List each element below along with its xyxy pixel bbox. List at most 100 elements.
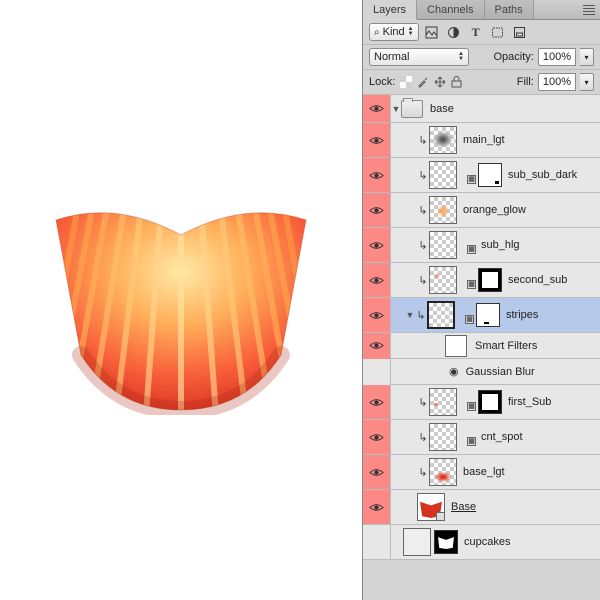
blend-mode-select[interactable]: Normal ▲▼: [369, 48, 469, 66]
visibility-toggle[interactable]: [363, 298, 391, 332]
layer-thumb: [429, 423, 457, 451]
smart-filters-label: Smart Filters: [472, 340, 537, 352]
layer-thumb: [429, 458, 457, 486]
layer-name[interactable]: base: [427, 103, 454, 115]
fill-label: Fill:: [517, 76, 534, 88]
clip-icon: ↳: [417, 169, 429, 182]
clip-icon: ↳: [417, 204, 429, 217]
layer-mask-thumb[interactable]: [434, 530, 458, 554]
layer-first-sub[interactable]: ↳ ▦ first_Sub: [363, 385, 600, 420]
layer-thumb: [429, 196, 457, 224]
visibility-toggle[interactable]: [363, 95, 391, 122]
layer-name[interactable]: main_lgt: [460, 134, 505, 146]
layer-thumb: [427, 301, 455, 329]
layer-mask-thumb[interactable]: [478, 163, 502, 187]
layer-name[interactable]: base_lgt: [460, 466, 505, 478]
visibility-toggle[interactable]: [363, 455, 391, 489]
layer-cnt-spot[interactable]: ↳ ▦ cnt_spot: [363, 420, 600, 455]
layer-second-sub[interactable]: ↳ ▦ second_sub: [363, 263, 600, 298]
layer-thumb: [429, 266, 457, 294]
layer-sub-sub-dark[interactable]: ↳ ▦ sub_sub_dark: [363, 158, 600, 193]
opacity-input[interactable]: 100%: [538, 48, 576, 66]
visibility-toggle[interactable]: [363, 420, 391, 454]
layer-stripes[interactable]: ▼ ↳ ▦ stripes: [363, 298, 600, 333]
fill-input[interactable]: 100%: [538, 73, 576, 91]
smart-badge-icon: ▦: [458, 308, 473, 323]
cupcake-base-artwork: [46, 185, 316, 415]
layer-name[interactable]: Base: [448, 501, 476, 513]
filter-name[interactable]: Gaussian Blur: [463, 366, 535, 378]
clip-icon: ↳: [417, 466, 429, 479]
panel-menu-icon[interactable]: [578, 0, 600, 19]
collapse-caret-icon[interactable]: ▼: [405, 310, 415, 320]
filter-shape-icon[interactable]: [489, 23, 507, 41]
filter-kind-label: Kind: [383, 26, 405, 38]
tab-channels[interactable]: Channels: [417, 0, 484, 19]
lock-move-icon[interactable]: [433, 76, 446, 89]
layer-name[interactable]: cnt_spot: [478, 431, 523, 443]
visibility-toggle[interactable]: [363, 263, 391, 297]
clip-icon: ↳: [417, 134, 429, 147]
smart-badge-icon: ▦: [460, 168, 475, 183]
fill-caret-icon[interactable]: ▾: [580, 73, 594, 91]
lock-all-icon[interactable]: [450, 76, 463, 89]
layer-name[interactable]: sub_hlg: [478, 239, 520, 251]
layer-sub-hlg[interactable]: ↳ ▦ sub_hlg: [363, 228, 600, 263]
layer-name[interactable]: sub_sub_dark: [505, 169, 577, 181]
visibility-toggle[interactable]: [363, 123, 391, 157]
lock-transparency-icon[interactable]: [399, 76, 412, 89]
clip-icon: ↳: [417, 274, 429, 287]
layer-base-lgt[interactable]: ↳ base_lgt: [363, 455, 600, 490]
layer-name[interactable]: cupcakes: [461, 536, 510, 548]
layer-name[interactable]: first_Sub: [505, 396, 551, 408]
blend-mode-value: Normal: [374, 51, 409, 63]
layers-list: ▼ base ↳ main_lgt ↳ ▦ sub_sub_dark ↳: [363, 95, 600, 600]
visibility-toggle-empty[interactable]: [363, 359, 391, 385]
folder-icon: [401, 100, 423, 118]
clip-icon: ↳: [415, 309, 427, 322]
clip-icon: ↳: [417, 431, 429, 444]
layer-thumb: [403, 528, 431, 556]
tab-paths[interactable]: Paths: [485, 0, 534, 19]
layer-name[interactable]: stripes: [503, 309, 538, 321]
opacity-label: Opacity:: [494, 51, 534, 63]
layer-name[interactable]: orange_glow: [460, 204, 526, 216]
layer-base-shape[interactable]: Base: [363, 490, 600, 525]
layer-filter-row: ⌕ Kind ▲▼ T: [363, 20, 600, 45]
filter-smart-icon[interactable]: [511, 23, 529, 41]
filter-pixel-icon[interactable]: [423, 23, 441, 41]
visibility-toggle[interactable]: [363, 228, 391, 262]
filter-adjust-icon[interactable]: [445, 23, 463, 41]
layer-main-lgt[interactable]: ↳ main_lgt: [363, 123, 600, 158]
layer-orange-glow[interactable]: ↳ orange_glow: [363, 193, 600, 228]
visibility-toggle[interactable]: [363, 193, 391, 227]
lock-paint-icon[interactable]: [416, 76, 429, 89]
document-canvas[interactable]: [0, 0, 362, 600]
visibility-toggle[interactable]: [363, 385, 391, 419]
layer-group-base[interactable]: ▼ base: [363, 95, 600, 123]
visibility-toggle[interactable]: [363, 333, 391, 359]
smart-filter-gaussian-blur[interactable]: ◉ Gaussian Blur: [363, 359, 600, 385]
layer-thumb: [429, 161, 457, 189]
blend-row: Normal ▲▼ Opacity: 100% ▾: [363, 45, 600, 70]
layer-name[interactable]: second_sub: [505, 274, 567, 286]
opacity-caret-icon[interactable]: ▾: [580, 48, 594, 66]
smart-badge-icon: ▦: [460, 273, 475, 288]
visibility-toggle[interactable]: [363, 490, 391, 524]
smart-filter-mask-thumb[interactable]: [445, 335, 467, 357]
filter-eye-icon[interactable]: ◉: [449, 365, 459, 378]
smart-badge-icon: ▦: [460, 430, 475, 445]
layer-mask-thumb[interactable]: [478, 390, 502, 414]
collapse-caret-icon[interactable]: ▼: [391, 104, 401, 114]
layer-mask-thumb[interactable]: [476, 303, 500, 327]
layer-cupcakes[interactable]: cupcakes: [363, 525, 600, 560]
tab-layers[interactable]: Layers: [363, 0, 417, 20]
panel-tabs: Layers Channels Paths: [363, 0, 600, 20]
visibility-toggle[interactable]: [363, 158, 391, 192]
visibility-toggle[interactable]: [363, 525, 391, 559]
filter-type-icon[interactable]: T: [467, 23, 485, 41]
layer-thumb: [429, 388, 457, 416]
layer-mask-thumb[interactable]: [478, 268, 502, 292]
filter-kind-select[interactable]: ⌕ Kind ▲▼: [369, 23, 419, 41]
smart-filters-row[interactable]: Smart Filters: [363, 333, 600, 359]
